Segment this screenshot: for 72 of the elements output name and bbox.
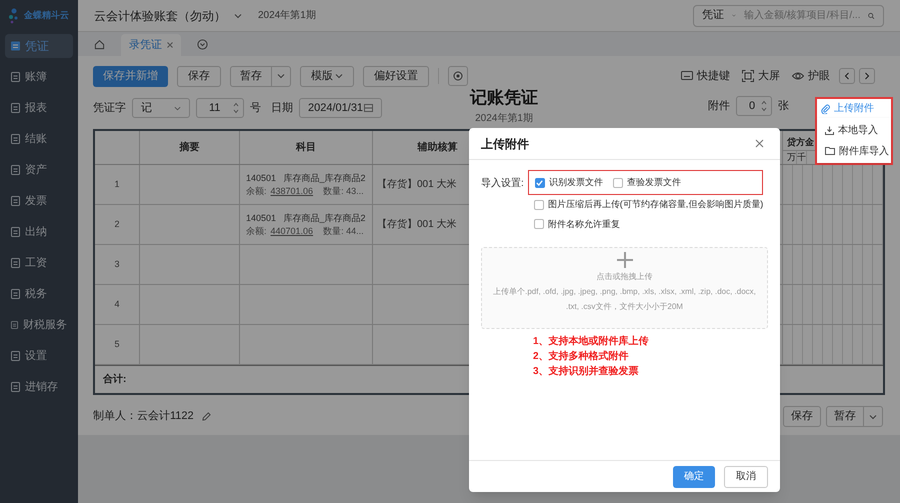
voucher-word-select[interactable]: 记 [132,98,190,118]
dialog-title: 上传附件 [481,136,529,152]
date-field[interactable]: 2024/01/31 [299,98,382,118]
row-number: 5 [114,338,120,351]
annotation-text: 2、支持多种格式附件 [533,350,630,364]
balance-label: 余额: [246,184,267,198]
digit-header: 千 [797,150,807,164]
upload-attachment-link[interactable]: 上传附件 [817,99,891,118]
toolbar-link[interactable]: 大屏 [742,68,780,84]
annotation-text: 1、支持本地或附件库上传 [533,334,650,349]
sidebar-item[interactable]: 出纳 [5,220,73,244]
row-number: 1 [114,178,120,191]
number-field[interactable]: 11 [196,98,244,118]
annotation-text: 3、支持识别并查验发票 [533,364,640,379]
quantity-text: 数量: 43... [323,184,364,198]
toolbar-button[interactable]: 保存 [177,66,221,86]
dialog-button[interactable]: 取消 [724,466,768,488]
balance-link[interactable]: 438701.06 [270,184,314,198]
checkbox-option[interactable]: 查验发票文件 [612,176,681,190]
sidebar-item[interactable]: 财税服务 [5,313,73,337]
auxiliary-text: 【存货】001 大米 [377,178,456,192]
digit-header: 万 [787,150,797,164]
checkbox-option[interactable]: 附件名称允许重复 [534,218,764,231]
row-number: 2 [114,218,120,231]
upload-hint: 点击或拖拽上传 [596,271,652,283]
sidebar-item[interactable]: 进销存 [5,375,73,399]
sidebar-item[interactable]: 账簿 [5,65,73,89]
column-header: 辅助核算 [418,140,458,155]
sidebar-item[interactable]: 资产 [5,158,73,182]
field-label: 凭证字 [93,100,126,116]
sidebar-item[interactable]: 设置 [5,344,73,368]
sidebar-item[interactable]: 报表 [5,96,73,120]
menu-item[interactable]: 附件库导入 [825,144,891,158]
sidebar-item[interactable]: 结账 [5,127,73,151]
column-header: 贷方金 [787,136,814,149]
period-label: 2024年第1期 [475,112,533,126]
row-number: 4 [114,298,120,311]
maker-label: 制单人：云会计1122 [93,409,194,424]
sidebar-item[interactable]: 税务 [5,282,73,306]
field-label: 张 [778,98,789,114]
column-header: 摘要 [180,140,200,155]
period-label: 2024年第1期 [258,8,316,23]
column-header: 科目 [296,140,316,155]
total-label: 合计: [103,372,126,387]
logo-text: 金蝶精斗云 [24,9,69,22]
checkbox-option[interactable]: 识别发票文件 [534,176,603,190]
sidebar-item[interactable]: 工资 [5,251,73,275]
toolbar-button[interactable]: 保存 [783,406,821,427]
account-name: 140501 库存商品_库存商品2 [246,172,367,184]
search-field[interactable]: 凭证 输入金额/核算项目/科目/... [693,4,884,26]
voucher-title: 记账凭证 [470,87,538,109]
field-label: 附件 [708,98,730,114]
dialog-button[interactable]: 确定 [673,466,715,488]
upload-description: 上传单个.pdf, .ofd, .jpg, .jpeg, .png, .bmp, .xls, .xlsx, .xml, .zip, .doc, .docx, .txt, .csv文件，文件大小小于20M [492,286,757,313]
template-dropdown[interactable]: 模版 [300,66,354,86]
checkbox-option[interactable]: 图片压缩后再上传(可节约存储容量,但会影响图片质量) [534,198,764,212]
account-name: 140501 库存商品_库存商品2 [246,212,367,224]
balance-link[interactable]: 440701.06 [270,224,314,238]
field-label: 号 [250,100,261,116]
field-label: 日期 [271,100,293,116]
toolbar-link[interactable]: 护眼 [792,68,830,84]
sidebar-item[interactable]: 发票 [5,189,73,213]
toolbar-button[interactable]: 偏好设置 [363,66,429,86]
balance-label: 余额: [246,224,267,238]
toolbar-link[interactable]: 快捷键 [681,68,730,84]
menu-item[interactable]: 本地导入 [825,122,891,138]
auxiliary-text: 【存货】001 大米 [377,218,456,232]
settings-label: 导入设置: [481,176,524,189]
row-number: 3 [114,258,120,271]
quantity-text: 数量: 44... [323,224,364,238]
attachment-count-field[interactable]: 0 [736,96,772,116]
account-selector[interactable]: 云会计体验账套（勿动） [94,6,226,24]
